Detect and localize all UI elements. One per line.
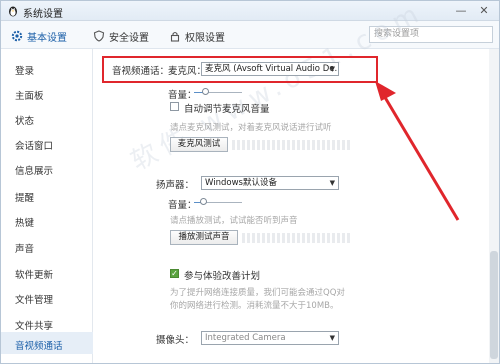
mic-level-meter xyxy=(232,140,352,150)
minimize-icon: — xyxy=(455,4,467,17)
sidebar-item-status[interactable]: 状态 xyxy=(15,113,34,127)
sidebar-item-hotkeys[interactable]: 热键 xyxy=(15,215,34,229)
scrollbar-thumb[interactable] xyxy=(490,251,498,359)
shield-icon xyxy=(93,30,105,42)
mic-volume-label: 音量： xyxy=(168,90,197,101)
sidebar-item-main-panel[interactable]: 主面板 xyxy=(15,88,44,102)
chevron-down-icon: ▼ xyxy=(329,334,335,342)
speaker-select[interactable]: Windows默认设备 ▼ xyxy=(201,176,339,190)
tab-label: 安全设置 xyxy=(109,32,149,44)
camera-select[interactable]: Integrated Camera ▼ xyxy=(201,331,339,345)
chevron-down-icon: ▼ xyxy=(329,179,335,187)
settings-tab-bar: 基本设置 安全设置 权限设置 搜索设置项 xyxy=(1,21,499,49)
camera-select-value: Integrated Camera xyxy=(205,333,286,343)
sidebar-item-file-sharing[interactable]: 文件共享 xyxy=(15,318,53,332)
speaker-test-note: 请点播放测试，试试能否听到声音 xyxy=(170,216,298,226)
sidebar-item-file-management[interactable]: 文件管理 xyxy=(15,292,53,306)
experience-program-label: 参与体验改善计划 xyxy=(184,271,261,282)
close-icon: ✕ xyxy=(479,4,489,17)
tab-basic-settings[interactable]: 基本设置 xyxy=(11,28,67,44)
mic-test-note: 请点麦克风测试，对着麦克风说话进行试听 xyxy=(170,123,332,133)
auto-adjust-mic-label: 自动调节麦克风音量 xyxy=(184,104,270,115)
mic-volume-slider-knob[interactable] xyxy=(202,88,209,95)
sidebar-item-sound[interactable]: 声音 xyxy=(15,241,34,255)
tab-label: 基本设置 xyxy=(27,32,67,44)
experience-note-line2: 你的网络进行检测。消耗流量不大于10MB。 xyxy=(170,301,339,311)
experience-note-line1: 为了提升网络连接质量，我们可能会通过QQ对 xyxy=(170,288,345,298)
play-test-sound-button[interactable]: 播放测试声音 xyxy=(170,230,238,245)
sidebar-item-info-display[interactable]: 信息展示 xyxy=(15,163,53,177)
av-call-settings-panel: 音视频通话： 麦克风： 麦克风 (Avsoft Virtual Audio De… xyxy=(94,49,499,363)
experience-program-checkbox[interactable]: ✓ xyxy=(170,269,179,278)
minimize-button[interactable]: — xyxy=(453,3,469,19)
settings-window: 系统设置 — ✕ 基本设置 安全设置 权限设置 搜索设置项 登录 主面板 状态 … xyxy=(0,0,500,364)
speaker-level-meter xyxy=(242,233,350,243)
window-title: 系统设置 xyxy=(23,9,63,20)
sidebar-item-login[interactable]: 登录 xyxy=(15,63,34,77)
camera-label: 摄像头： xyxy=(156,335,195,346)
close-button[interactable]: ✕ xyxy=(476,3,492,19)
auto-adjust-mic-checkbox[interactable] xyxy=(170,102,179,111)
speaker-select-value: Windows默认设备 xyxy=(205,178,277,188)
settings-sidebar: 登录 主面板 状态 会话窗口 信息展示 提醒 热键 声音 软件更新 文件管理 文… xyxy=(1,49,93,363)
title-bar: 系统设置 — ✕ xyxy=(1,1,499,21)
speaker-volume-slider-knob[interactable] xyxy=(199,198,207,205)
tab-security-settings[interactable]: 安全设置 xyxy=(93,28,149,44)
tab-permission-settings[interactable]: 权限设置 xyxy=(169,28,225,44)
tab-label: 权限设置 xyxy=(185,32,225,44)
content-scrollbar[interactable] xyxy=(489,49,499,363)
penguin-icon xyxy=(9,6,17,17)
sidebar-item-reminders[interactable]: 提醒 xyxy=(15,190,34,204)
sidebar-item-chat-window[interactable]: 会话窗口 xyxy=(15,138,53,152)
sidebar-item-software-update[interactable]: 软件更新 xyxy=(15,267,53,281)
search-input[interactable]: 搜索设置项 xyxy=(369,26,493,43)
speaker-volume-label: 音量： xyxy=(168,200,197,211)
mic-test-button[interactable]: 麦克风测试 xyxy=(170,137,228,152)
annotation-highlight-box xyxy=(102,56,378,83)
lock-icon xyxy=(170,31,180,42)
speaker-label: 扬声器： xyxy=(156,180,195,191)
gear-icon xyxy=(11,30,23,42)
sidebar-item-av-call[interactable]: 音视频通话 xyxy=(15,338,63,352)
